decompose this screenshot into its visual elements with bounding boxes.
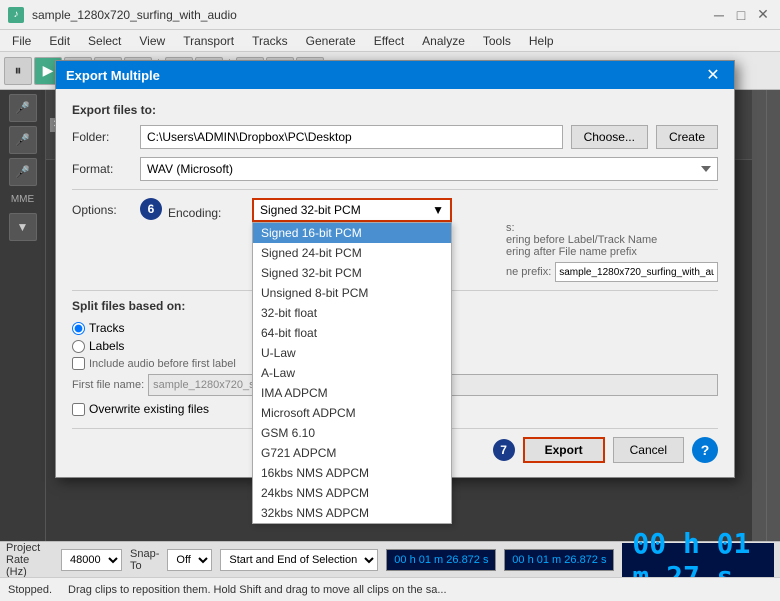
format-row: Format: WAV (Microsoft): [72, 157, 718, 181]
encoding-option-11[interactable]: G721 ADPCM: [253, 443, 451, 463]
encoding-dropdown-arrow: ▼: [432, 203, 444, 217]
create-button[interactable]: Create: [656, 125, 718, 149]
folder-row: Folder: Choose... Create: [72, 125, 718, 149]
help-button[interactable]: ?: [692, 437, 718, 463]
export-files-label: Export files to:: [72, 103, 718, 117]
encoding-trigger[interactable]: Signed 32-bit PCM ▼: [252, 198, 452, 222]
dialog-overlay: Export Multiple ✕ Export files to: Folde…: [0, 0, 780, 601]
encoding-selected-value: Signed 32-bit PCM: [260, 203, 361, 217]
folder-input[interactable]: [140, 125, 563, 149]
right-info-after: ering after File name prefix: [506, 246, 718, 258]
export-multiple-dialog: Export Multiple ✕ Export files to: Folde…: [55, 60, 735, 478]
encoding-option-4[interactable]: 32-bit float: [253, 303, 451, 323]
encoding-option-3[interactable]: Unsigned 8-bit PCM: [253, 283, 451, 303]
encoding-option-2[interactable]: Signed 32-bit PCM: [253, 263, 451, 283]
right-info-before: ering before Label/Track Name: [506, 234, 718, 246]
options-label: Options:: [72, 198, 132, 217]
badge-6: 6: [140, 198, 162, 220]
dialog-titlebar: Export Multiple ✕: [56, 61, 734, 89]
tracks-radio[interactable]: [72, 322, 85, 335]
overwrite-checkbox[interactable]: [72, 403, 85, 416]
choose-button[interactable]: Choose...: [571, 125, 648, 149]
encoding-option-14[interactable]: 32kbs NMS ADPCM: [253, 503, 451, 523]
encoding-option-10[interactable]: GSM 6.10: [253, 423, 451, 443]
format-select[interactable]: WAV (Microsoft): [140, 157, 718, 181]
right-info-s: s:: [506, 222, 718, 234]
dialog-body: Export files to: Folder: Choose... Creat…: [56, 89, 734, 477]
encoding-option-1[interactable]: Signed 24-bit PCM: [253, 243, 451, 263]
encoding-dropdown: Signed 16-bit PCM Signed 24-bit PCM Sign…: [252, 222, 452, 524]
export-button[interactable]: Export: [523, 437, 605, 463]
include-audio-label: Include audio before first label: [89, 358, 236, 370]
encoding-option-7[interactable]: A-Law: [253, 363, 451, 383]
prefix-label: ne prefix:: [506, 266, 551, 278]
dialog-title: Export Multiple: [66, 68, 160, 83]
encoding-label: Encoding:: [168, 201, 248, 220]
labels-radio[interactable]: [72, 340, 85, 353]
encoding-option-12[interactable]: 16kbs NMS ADPCM: [253, 463, 451, 483]
encoding-option-0[interactable]: Signed 16-bit PCM: [253, 223, 451, 243]
dialog-close-button[interactable]: ✕: [702, 64, 724, 86]
encoding-option-5[interactable]: 64-bit float: [253, 323, 451, 343]
encoding-option-6[interactable]: U-Law: [253, 343, 451, 363]
right-info-panel: s: ering before Label/Track Name ering a…: [498, 222, 718, 282]
tracks-radio-label: Tracks: [89, 321, 125, 335]
divider-1: [72, 189, 718, 190]
first-file-label: First file name:: [72, 379, 144, 391]
cancel-button[interactable]: Cancel: [613, 437, 684, 463]
format-label: Format:: [72, 162, 132, 176]
encoding-option-13[interactable]: 24kbs NMS ADPCM: [253, 483, 451, 503]
encoding-container: Signed 32-bit PCM ▼ Signed 16-bit PCM Si…: [252, 198, 452, 222]
folder-label: Folder:: [72, 130, 132, 144]
badge-7: 7: [493, 439, 515, 461]
encoding-option-9[interactable]: Microsoft ADPCM: [253, 403, 451, 423]
encoding-option-8[interactable]: IMA ADPCM: [253, 383, 451, 403]
labels-radio-label: Labels: [89, 339, 124, 353]
prefix-input[interactable]: [555, 262, 718, 282]
options-row: Options: 6 Encoding: Signed 32-bit PCM: [72, 198, 718, 282]
include-audio-checkbox[interactable]: [72, 357, 85, 370]
overwrite-label: Overwrite existing files: [89, 402, 209, 416]
